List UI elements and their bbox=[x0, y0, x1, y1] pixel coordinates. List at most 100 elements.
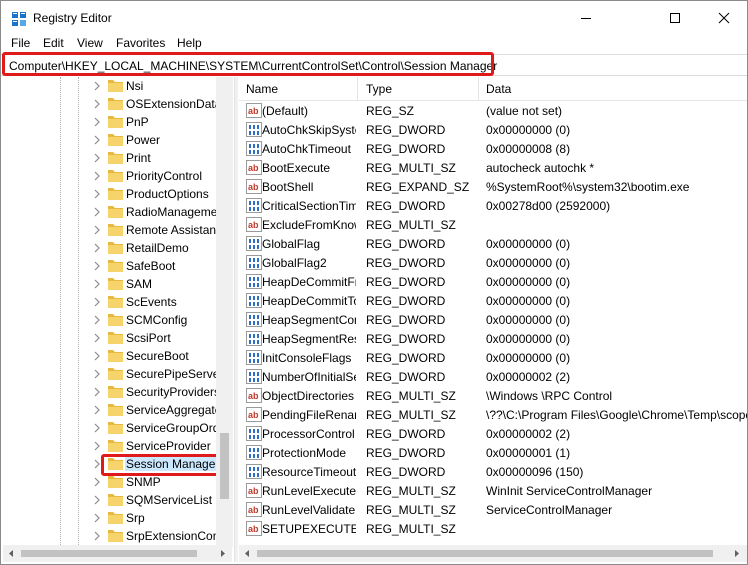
tree-item[interactable]: OSExtensionData bbox=[3, 95, 232, 113]
tree-item[interactable]: ServiceAggregatedEvents bbox=[3, 401, 232, 419]
chevron-right-icon[interactable] bbox=[92, 99, 102, 109]
list-row[interactable]: HeapDeCommitFreeBlockThreshold REG_DWORD 0… bbox=[239, 272, 747, 291]
tree-vertical-scroll-thumb[interactable] bbox=[220, 433, 229, 499]
list-row[interactable]: HeapSegmentCommit REG_DWORD 0x00000000 (0) bbox=[239, 310, 747, 329]
tree-item[interactable]: RetailDemo bbox=[3, 239, 232, 257]
chevron-right-icon[interactable] bbox=[92, 153, 102, 163]
scroll-right-arrow-icon[interactable] bbox=[733, 549, 741, 558]
column-name-header[interactable]: Name bbox=[246, 82, 278, 96]
menu-edit[interactable]: Edit bbox=[43, 36, 64, 50]
pane-splitter[interactable] bbox=[234, 77, 238, 562]
scroll-left-arrow-icon[interactable] bbox=[7, 549, 15, 558]
tree-vertical-scrollbar[interactable] bbox=[216, 77, 233, 547]
chevron-right-icon[interactable] bbox=[92, 423, 102, 433]
list-row[interactable]: HeapDeCommitTotalFreeThreshold REG_DWORD 0… bbox=[239, 291, 747, 310]
chevron-right-icon[interactable] bbox=[92, 207, 102, 217]
list-row[interactable]: ab BootExecute REG_MULTI_SZ autocheck autoc… bbox=[239, 158, 747, 177]
column-data-header[interactable]: Data bbox=[486, 82, 511, 96]
chevron-right-icon[interactable] bbox=[92, 117, 102, 127]
chevron-right-icon[interactable] bbox=[92, 351, 102, 361]
chevron-right-icon[interactable] bbox=[92, 477, 102, 487]
menu-help[interactable]: Help bbox=[177, 36, 202, 50]
chevron-right-icon[interactable] bbox=[92, 405, 102, 415]
list-row[interactable]: ab (Default) REG_SZ (value not set) bbox=[239, 101, 747, 120]
scroll-left-arrow-icon[interactable] bbox=[243, 549, 251, 558]
tree-item[interactable]: SecureBoot bbox=[3, 347, 232, 365]
list-row[interactable]: CriticalSectionTimeout REG_DWORD 0x00278d0… bbox=[239, 196, 747, 215]
menu-file[interactable]: File bbox=[11, 36, 30, 50]
tree-item[interactable]: ScEvents bbox=[3, 293, 232, 311]
list-row[interactable]: abPendingFileRenameOperations REG_MULTI_S… bbox=[239, 405, 747, 424]
list-row[interactable]: ab SETUPEXECUTE REG_MULTI_SZ bbox=[239, 519, 747, 538]
tree-item[interactable]: Nsi bbox=[3, 77, 232, 95]
list-row[interactable]: ab ObjectDirectories REG_MULTI_SZ \Windows … bbox=[239, 386, 747, 405]
list-row[interactable]: GlobalFlag2 REG_DWORD 0x00000000 (0) bbox=[239, 253, 747, 272]
list-horizontal-scroll-thumb[interactable] bbox=[257, 550, 713, 557]
chevron-right-icon[interactable] bbox=[92, 531, 102, 541]
list-row[interactable]: AutoChkSkipSystemPartition REG_DWORD 0x000… bbox=[239, 120, 747, 139]
chevron-right-icon[interactable] bbox=[92, 495, 102, 505]
chevron-right-icon[interactable] bbox=[92, 513, 102, 523]
chevron-right-icon[interactable] bbox=[92, 333, 102, 343]
chevron-right-icon[interactable] bbox=[92, 135, 102, 145]
tree-item[interactable]: SecurePipeServers bbox=[3, 365, 232, 383]
tree-item[interactable]: ProductOptions bbox=[3, 185, 232, 203]
column-divider[interactable] bbox=[357, 77, 358, 100]
tree-item[interactable]: Power bbox=[3, 131, 232, 149]
tree-item[interactable]: PriorityControl bbox=[3, 167, 232, 185]
tree-horizontal-scrollbar[interactable] bbox=[3, 545, 232, 562]
menu-view[interactable]: View bbox=[77, 36, 103, 50]
tree-item[interactable]: RadioManagement bbox=[3, 203, 232, 221]
close-button[interactable] bbox=[701, 1, 747, 35]
tree-item[interactable]: SAM bbox=[3, 275, 232, 293]
list-horizontal-scrollbar[interactable] bbox=[239, 545, 747, 562]
column-divider[interactable] bbox=[478, 77, 479, 100]
list-row[interactable]: ProtectionMode REG_DWORD 0x00000001 (1) bbox=[239, 443, 747, 462]
list-row[interactable]: ResourceTimeoutCount REG_DWORD 0x00000096 … bbox=[239, 462, 747, 481]
chevron-right-icon[interactable] bbox=[92, 387, 102, 397]
list-row[interactable]: ab RunLevelExecute REG_MULTI_SZ WinInit Ser… bbox=[239, 481, 747, 500]
chevron-right-icon[interactable] bbox=[92, 315, 102, 325]
chevron-right-icon[interactable] bbox=[92, 243, 102, 253]
chevron-right-icon[interactable] bbox=[92, 279, 102, 289]
title-bar[interactable]: Registry Editor bbox=[1, 1, 747, 35]
list-row[interactable]: ProcessorControl REG_DWORD 0x00000002 (2) bbox=[239, 424, 747, 443]
scroll-right-arrow-icon[interactable] bbox=[219, 549, 227, 558]
chevron-right-icon[interactable] bbox=[92, 369, 102, 379]
list-row[interactable]: ab RunLevelValidate REG_MULTI_SZ ServiceCon… bbox=[239, 500, 747, 519]
menu-favorites[interactable]: Favorites bbox=[116, 36, 165, 50]
tree-item[interactable]: SQMServiceList bbox=[3, 491, 232, 509]
list-row[interactable]: InitConsoleFlags REG_DWORD 0x00000000 (0) bbox=[239, 348, 747, 367]
tree-item[interactable]: SCMConfig bbox=[3, 311, 232, 329]
tree-item[interactable]: SecurityProviders bbox=[3, 383, 232, 401]
tree-horizontal-scroll-thumb[interactable] bbox=[21, 550, 197, 557]
chevron-right-icon[interactable] bbox=[92, 441, 102, 451]
key-tree[interactable]: Nsi OSExtensionData PnP Power Print PriorityC… bbox=[3, 77, 232, 547]
tree-item[interactable]: ServiceGroupOrder bbox=[3, 419, 232, 437]
chevron-right-icon[interactable] bbox=[92, 171, 102, 181]
list-row[interactable]: abExcludeFromKnownDlls REG_MULTI_SZ bbox=[239, 215, 747, 234]
tree-item[interactable]: ScsiPort bbox=[3, 329, 232, 347]
list-row[interactable]: GlobalFlag REG_DWORD 0x00000000 (0) bbox=[239, 234, 747, 253]
chevron-right-icon[interactable] bbox=[92, 189, 102, 199]
tree-item[interactable]: Print bbox=[3, 149, 232, 167]
column-type-header[interactable]: Type bbox=[366, 82, 392, 96]
chevron-right-icon[interactable] bbox=[92, 225, 102, 235]
maximize-button[interactable] bbox=[652, 1, 698, 35]
tree-item[interactable]: ServiceProvider bbox=[3, 437, 232, 455]
tree-item[interactable]: SafeBoot bbox=[3, 257, 232, 275]
tree-item[interactable]: Remote Assistance bbox=[3, 221, 232, 239]
minimize-button[interactable] bbox=[563, 1, 609, 35]
tree-item[interactable]: Srp bbox=[3, 509, 232, 527]
list-row[interactable]: ab BootShell REG_EXPAND_SZ %SystemRoot%\sys… bbox=[239, 177, 747, 196]
chevron-right-icon[interactable] bbox=[92, 297, 102, 307]
tree-item[interactable]: SrpExtensionConfig bbox=[3, 527, 232, 545]
values-list[interactable]: Name Type Data ab (Default) REG_SZ (value n… bbox=[239, 77, 747, 545]
chevron-right-icon[interactable] bbox=[92, 261, 102, 271]
list-row[interactable]: HeapSegmentReserve REG_DWORD 0x00000000 (0… bbox=[239, 329, 747, 348]
tree-item[interactable]: PnP bbox=[3, 113, 232, 131]
list-row[interactable]: NumberOfInitialSessions REG_DWORD 0x000000… bbox=[239, 367, 747, 386]
list-row[interactable]: AutoChkTimeout REG_DWORD 0x00000008 (8) bbox=[239, 139, 747, 158]
chevron-right-icon[interactable] bbox=[92, 81, 102, 91]
window-title: Registry Editor bbox=[33, 11, 112, 25]
